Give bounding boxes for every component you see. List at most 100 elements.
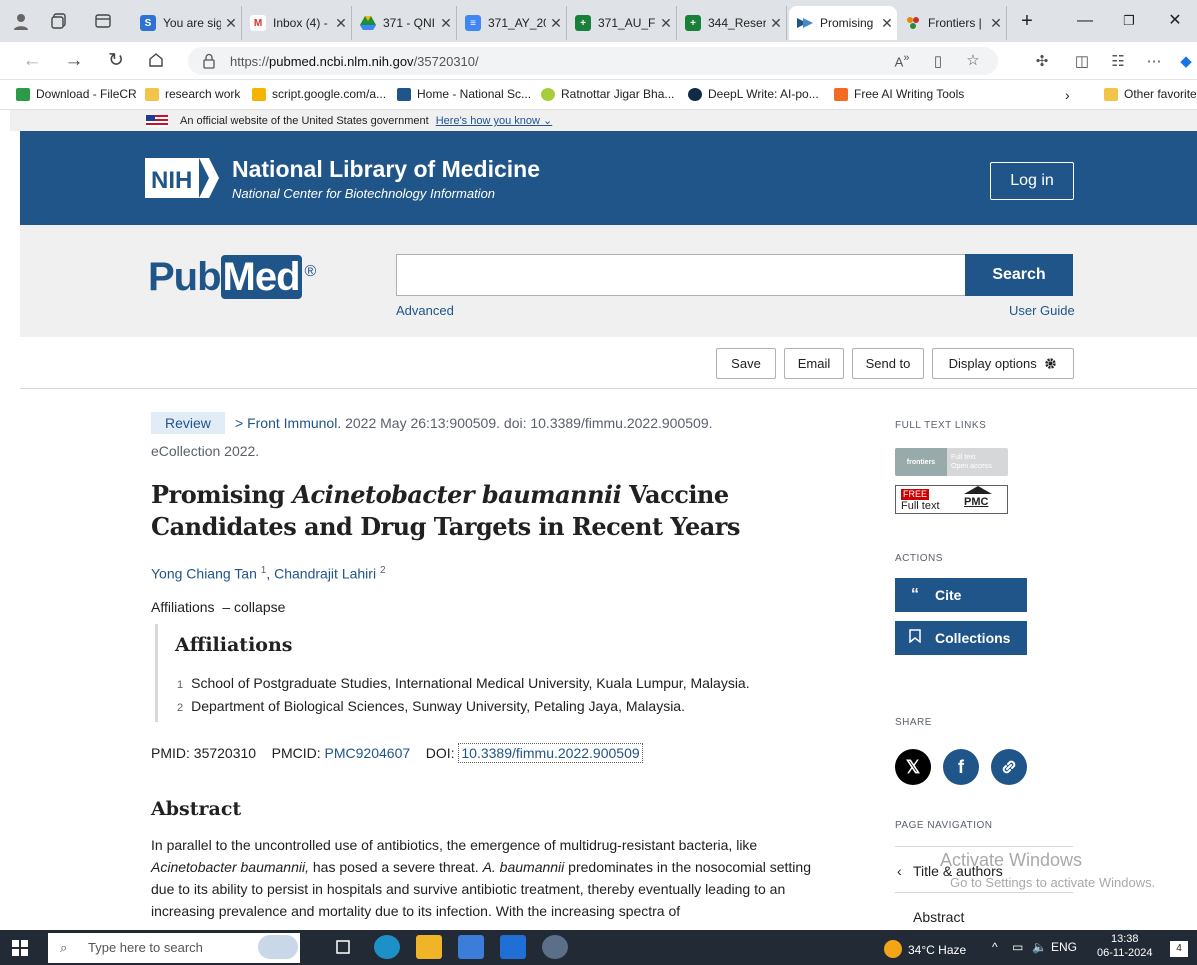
user-guide-link[interactable]: User Guide [1009,303,1075,318]
pmc-full-text-link[interactable]: FREE Full text PMC [895,485,1008,514]
copilot-icon[interactable]: ◆ [1176,52,1196,70]
bookmark-national-sc[interactable]: Home - National Sc... [397,87,531,101]
save-button[interactable]: Save [716,348,776,379]
url-input[interactable]: https://pubmed.ncbi.nlm.nih.gov/35720310… [188,47,998,75]
search-input[interactable] [396,254,966,296]
bookmark-deepl[interactable]: DeepL Write: AI-po... [688,87,819,101]
notification-icon[interactable]: 4 [1170,940,1188,957]
tab-frontiers[interactable]: Frontiers | ✕ [897,6,1007,40]
favorite-star-icon[interactable]: ☆ [963,51,983,69]
favorites-icon[interactable]: ☷ [1108,52,1128,70]
split-screen-icon[interactable]: ◫ [1072,52,1092,70]
language-indicator[interactable]: ENG [1051,940,1077,954]
close-icon[interactable]: ✕ [986,15,1006,32]
close-icon[interactable]: ✕ [221,15,241,32]
nav-abstract[interactable]: Abstract [913,909,964,925]
close-icon[interactable]: ✕ [436,15,456,32]
x-twitter-icon[interactable]: 𝕏 [895,749,931,785]
new-tab-icon[interactable]: + [1005,8,1049,34]
close-icon[interactable]: ✕ [656,15,676,32]
tab-371-au[interactable]: + 371_AU_Fu ✕ [567,6,677,40]
profile-icon[interactable] [12,12,30,30]
nlm-title[interactable]: National Library of Medicine [232,156,540,183]
author-link[interactable]: Chandrajit Lahiri [274,566,376,582]
bookmark-filecr[interactable]: Download - FileCR [16,87,137,101]
affiliations-toggle[interactable]: Affiliations – collapse [151,599,285,615]
chevron-right-icon[interactable]: › [1065,87,1070,103]
slides-icon: S [140,15,156,31]
frontiers-full-text-link[interactable]: frontiers Full text Open access [895,448,1008,476]
mail-icon[interactable] [500,935,526,959]
bookmark-label: Home - National Sc... [417,87,532,101]
lock-icon[interactable] [202,53,216,69]
close-icon[interactable]: ✕ [877,15,897,32]
workspaces-icon[interactable] [50,12,68,30]
windows-start-icon[interactable] [12,940,28,959]
forward-icon[interactable]: → [64,51,84,71]
bookmark-apps-script[interactable]: script.google.com/a... [252,87,386,101]
close-icon[interactable]: ✕ [766,15,786,32]
weather-widget[interactable]: 34°C Haze [884,940,966,958]
tab-promising[interactable]: Promising ✕ [789,6,897,40]
search-area: PubMed ® Search Advanced User Guide [20,225,1197,337]
paint-icon[interactable] [542,935,568,959]
login-button[interactable]: Log in [990,162,1074,200]
page-viewport: An official website of the United States… [0,110,1197,930]
display-options-button[interactable]: Display options [932,348,1074,379]
pmcid-link[interactable]: PMC9204607 [325,745,411,761]
collections-button[interactable]: Collections [895,621,1027,655]
store-icon[interactable] [458,935,484,959]
pubmed-logo[interactable]: PubMed ® [148,255,316,300]
close-icon[interactable]: ✕ [546,15,566,32]
deepl-icon [688,87,702,101]
volume-icon[interactable]: 🔈 [1032,940,1047,954]
more-icon[interactable]: ⋯ [1144,52,1164,70]
heres-how-you-know-link[interactable]: Here's how you know ⌄ [436,115,553,127]
home-icon[interactable] [146,51,166,71]
network-icon[interactable]: ▭ [1012,940,1023,954]
sheets-icon: + [685,15,701,31]
nih-logo[interactable]: NIH [145,154,219,202]
clock[interactable]: 13:38 06-11-2024 [1097,932,1152,960]
abstract-heading: Abstract [151,798,242,820]
file-explorer-icon[interactable] [416,935,442,959]
edge-icon[interactable] [374,935,400,959]
tab-you-are-signed[interactable]: S You are sig ✕ [132,6,242,40]
share-heading: SHARE [895,717,932,728]
journal-link[interactable]: > Front Immunol. [235,415,341,431]
cite-button[interactable]: “ Cite [895,578,1027,612]
extensions-icon[interactable]: ✣ [1032,52,1052,70]
author-sup: 2 [379,565,386,576]
close-window-icon[interactable]: ✕ [1153,8,1197,34]
search-button[interactable]: Search [965,254,1073,296]
close-icon[interactable]: ✕ [331,15,351,32]
restore-icon[interactable]: ❐ [1107,8,1151,34]
facebook-icon[interactable]: f [943,749,979,785]
back-icon[interactable]: ← [22,51,42,71]
email-button[interactable]: Email [784,348,844,379]
tab-actions-icon[interactable] [94,12,112,30]
ecollection: eCollection 2022. [151,443,260,459]
search-placeholder: Type here to search [88,940,203,955]
read-aloud-icon[interactable]: A» [892,52,912,69]
search-highlight-icon[interactable] [258,935,298,959]
refresh-icon[interactable]: ↻ [106,51,126,71]
advanced-search-link[interactable]: Advanced [396,303,454,318]
task-view-icon[interactable] [330,935,356,959]
tab-371-ay[interactable]: ≡ 371_AY_20 ✕ [457,6,567,40]
gear-icon [1045,358,1057,369]
bookmark-research-work[interactable]: research work [145,87,240,101]
copy-link-icon[interactable] [991,749,1027,785]
tab-371-qni[interactable]: 371 - QNI ✕ [352,6,457,40]
minimize-icon[interactable]: — [1063,8,1107,34]
tray-chevron-icon[interactable]: ^ [992,940,998,954]
tab-inbox[interactable]: M Inbox (4) - ✕ [242,6,352,40]
doi-link[interactable]: 10.3389/fimmu.2022.900509 [458,743,643,763]
author-link[interactable]: Yong Chiang Tan [151,566,257,582]
bookmark-free-ai[interactable]: Free AI Writing Tools [834,87,964,101]
bookmark-other-favorites[interactable]: Other favorites [1104,87,1197,101]
bookmark-ratnottar[interactable]: Ratnottar Jigar Bha... [541,87,674,101]
send-to-button[interactable]: Send to [852,348,924,379]
immersive-reader-icon[interactable]: ▯ [928,52,948,70]
tab-344-reser[interactable]: + 344_Reser ✕ [677,6,787,40]
